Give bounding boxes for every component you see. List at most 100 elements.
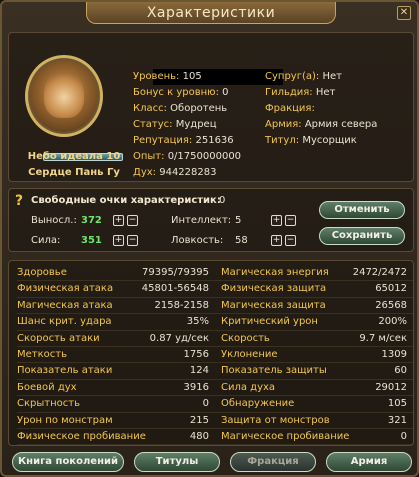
- stat-label: Скрытность: [17, 398, 80, 410]
- intellect-minus-button[interactable]: −: [285, 215, 296, 226]
- tab-titles[interactable]: Титулы: [134, 452, 220, 472]
- character-name-line2: Сердце Пань Гу: [28, 167, 120, 178]
- bottom-tabs: Книга поколений Титулы Фракция Армия: [12, 452, 412, 472]
- info-spirit: Дух: 944228283: [133, 167, 217, 178]
- stat-label: Магическая защита: [221, 299, 326, 311]
- stat-label: Меткость: [17, 348, 67, 360]
- stat-value: 3916: [183, 381, 209, 393]
- table-row: Магическая атака 2158-2158 Магическая защ…: [17, 298, 413, 315]
- strength-minus-button[interactable]: −: [127, 235, 138, 246]
- info-reputation: Репутация: 251636: [133, 135, 234, 146]
- close-icon[interactable]: ✕: [397, 6, 411, 20]
- table-row: Скрытность 0 Обнаружение 105: [17, 396, 413, 413]
- stat-label: Боевой дух: [17, 381, 77, 393]
- stat-label: Здоровье: [17, 267, 67, 278]
- table-row: Шанс крит. удара 35% Критический урон 200%: [17, 314, 413, 331]
- stat-label: Сила духа: [221, 381, 276, 393]
- help-question-icon[interactable]: ?: [15, 194, 29, 208]
- stat-label: Показатель атаки: [17, 365, 113, 377]
- stat-value: 1309: [381, 348, 407, 360]
- stat-label: Критический урон: [221, 316, 318, 328]
- stat-value: 60: [394, 365, 407, 377]
- stamina-value: 372: [81, 215, 102, 226]
- stat-value: 35%: [186, 316, 209, 328]
- info-experience: Опыт: 0/1750000000: [133, 151, 242, 162]
- table-row: Меткость 1756 Уклонение 1309: [17, 347, 413, 364]
- character-name-line1: Небо идеала 10: [27, 151, 121, 162]
- stat-value: 480: [189, 430, 209, 442]
- strength-plus-button[interactable]: +: [113, 235, 124, 246]
- intellect-label: Интеллект:: [171, 215, 232, 226]
- free-points-label: Свободные очки характеристик:: [31, 195, 221, 206]
- stat-label: Магическая атака: [17, 299, 113, 311]
- stat-value: 200%: [378, 316, 407, 328]
- stamina-label: Выносл.:: [31, 215, 77, 226]
- table-row: Физическое пробивание 480 Магическое проб…: [17, 429, 413, 446]
- table-row: Боевой дух 3916 Сила духа 29012: [17, 380, 413, 397]
- character-window: Характеристики ✕ Небо идеала 10 Сердце П…: [0, 0, 419, 477]
- stat-label: Шанс крит. удара: [17, 316, 112, 328]
- stat-value: 215: [189, 414, 209, 426]
- tiger-face-icon: [44, 72, 84, 118]
- table-row: Скорость атаки 0.87 уд/сек Скорость 9.7 м/…: [17, 331, 413, 347]
- stat-value: 0.87 уд/сек: [149, 332, 209, 344]
- stat-label: Скорость атаки: [17, 332, 100, 344]
- info-level: Уровень: 105: [133, 71, 202, 82]
- tab-army[interactable]: Армия: [326, 452, 412, 472]
- stat-value: 0: [202, 398, 209, 410]
- stat-value: 79395/79395: [142, 267, 209, 278]
- strength-value: 351: [81, 235, 102, 246]
- stat-value: 2158-2158: [154, 299, 209, 311]
- table-row: Показатель атаки 124 Показатель защиты 60: [17, 363, 413, 380]
- info-class: Класс: Оборотень: [133, 103, 228, 114]
- stat-value: 1756: [183, 348, 209, 360]
- attribute-points-panel: ? Свободные очки характеристик: 0 Выносл…: [8, 188, 414, 252]
- table-row: Урон по монстрам 215 Защита от монстров 32…: [17, 413, 413, 429]
- info-guild: Гильдия: Нет: [265, 87, 336, 98]
- tab-faction[interactable]: Фракция: [230, 452, 316, 472]
- intellect-value: 5: [235, 215, 242, 226]
- stat-label: Физическое пробивание: [17, 430, 146, 442]
- info-status: Статус: Мудрец: [133, 119, 217, 130]
- stat-value: 29012: [375, 381, 407, 393]
- stat-label: Уклонение: [221, 348, 278, 360]
- stat-label: Магическое пробивание: [221, 430, 350, 442]
- stat-label: Показатель защиты: [221, 365, 327, 377]
- stat-label: Скорость: [221, 332, 270, 344]
- stat-value: 26568: [375, 299, 407, 311]
- info-title: Титул: Мусорщик: [265, 135, 357, 146]
- tab-generations-book[interactable]: Книга поколений: [12, 452, 124, 472]
- stat-value: 2472/2472: [352, 267, 407, 278]
- stat-value: 45801-56548: [141, 283, 209, 295]
- stamina-plus-button[interactable]: +: [113, 215, 124, 226]
- intellect-plus-button[interactable]: +: [271, 215, 282, 226]
- cancel-button[interactable]: Отменить: [319, 201, 405, 219]
- table-row: Здоровье 79395/79395 Магическая энергия 24…: [17, 265, 413, 282]
- stamina-minus-button[interactable]: −: [127, 215, 138, 226]
- info-army: Армия: Армия севера: [265, 119, 378, 130]
- agility-value: 58: [235, 235, 248, 246]
- info-level-bonus: Бонус к уровню: 0: [133, 87, 229, 98]
- stat-label: Физическая атака: [17, 283, 114, 295]
- stat-value: 9.7 м/сек: [359, 332, 407, 344]
- strength-label: Сила:: [31, 235, 61, 246]
- window-title: Характеристики: [86, 2, 336, 24]
- stat-value: 65012: [375, 283, 407, 295]
- stats-table: Здоровье 79395/79395 Магическая энергия 24…: [8, 260, 414, 446]
- stat-label: Обнаружение: [221, 398, 295, 410]
- stat-label: Урон по монстрам: [17, 414, 113, 426]
- table-row: Физическая атака 45801-56548 Физическая з…: [17, 281, 413, 298]
- stat-label: Физическая защита: [221, 283, 327, 295]
- save-button[interactable]: Сохранить: [319, 227, 405, 245]
- free-points-value: 0: [219, 195, 226, 206]
- stat-label: Магическая энергия: [221, 267, 329, 278]
- stats-grid: Здоровье 79395/79395 Магическая энергия 24…: [17, 265, 413, 446]
- agility-minus-button[interactable]: −: [285, 235, 296, 246]
- stat-value: 124: [189, 365, 209, 377]
- stat-value: 0: [400, 430, 407, 442]
- agility-plus-button[interactable]: +: [271, 235, 282, 246]
- agility-label: Ловкость:: [171, 235, 224, 246]
- stat-value: 321: [387, 414, 407, 426]
- info-faction: Фракция:: [265, 103, 315, 114]
- portrait-medallion: [25, 55, 103, 137]
